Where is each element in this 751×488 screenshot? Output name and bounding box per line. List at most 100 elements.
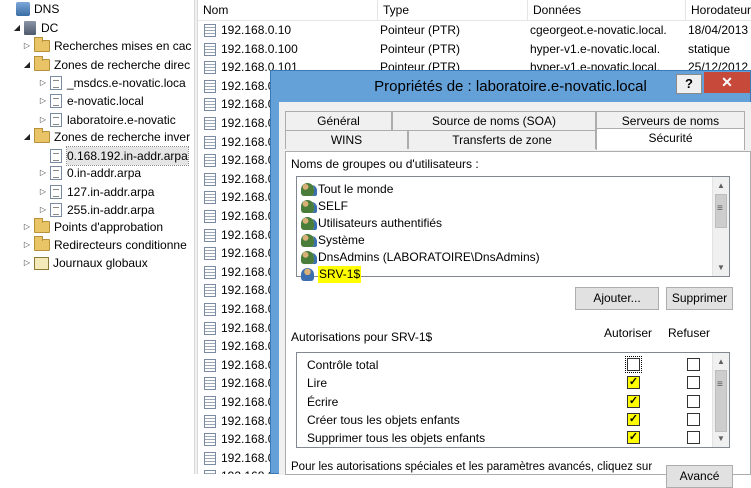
tree-item[interactable]: ▷ 255.in-addr.arpa [38, 201, 154, 219]
deny-checkbox[interactable] [687, 394, 700, 408]
record-icon [204, 172, 216, 186]
tree-item[interactable]: ◢ Zones de recherche direc [22, 56, 190, 74]
record-icon [204, 340, 216, 354]
allow-checkbox[interactable]: ✓ [627, 376, 640, 390]
allow-checkbox[interactable]: ✓ [627, 394, 640, 408]
user-list-item[interactable]: Système [301, 232, 365, 249]
tree-item[interactable]: ▷ 127.in-addr.arpa [38, 183, 154, 201]
tree-item[interactable]: ▷ _msdcs.e-novatic.loca [38, 74, 186, 92]
column-header-horodateur[interactable]: Horodateur [686, 0, 751, 21]
collapsed-arrow-icon[interactable]: ▷ [22, 236, 32, 254]
record-icon [204, 414, 216, 428]
collapsed-arrow-icon[interactable]: ▷ [22, 218, 32, 236]
deny-checkbox[interactable] [687, 358, 700, 371]
tree-item[interactable]: ◢ Zones de recherche inver [22, 128, 190, 146]
tab-soa[interactable]: Source de noms (SOA) [392, 111, 596, 130]
allow-checkbox[interactable] [625, 356, 642, 373]
tree-item[interactable]: ▷ Recherches mises en cac [22, 37, 191, 55]
tree-item[interactable]: ▷ e-novatic.local [38, 92, 144, 110]
collapsed-arrow-icon[interactable]: ▷ [38, 201, 48, 219]
record-icon [204, 117, 216, 130]
user-name: SRV-1$ [318, 266, 362, 283]
allow-header: Autoriser [604, 326, 653, 340]
folder-icon [34, 56, 50, 71]
permissions-scrollbar[interactable]: ▲ ▼ [712, 353, 729, 447]
collapsed-arrow-icon[interactable]: ▷ [22, 37, 32, 55]
advanced-button[interactable]: Avancé [666, 465, 733, 488]
deny-checkbox[interactable] [687, 412, 700, 426]
permission-row: Écrire ✓ [297, 393, 714, 411]
expanded-arrow-icon[interactable]: ◢ [12, 19, 22, 37]
collapsed-arrow-icon[interactable]: ▷ [38, 92, 48, 110]
tree-item-label: DNS [34, 2, 60, 16]
add-button[interactable]: Ajouter... [575, 287, 659, 310]
tree-item[interactable]: 0.168.192.in-addr.arpa [38, 146, 189, 166]
deny-checkbox[interactable] [687, 376, 700, 390]
group-icon [301, 217, 314, 230]
record-icon [204, 433, 216, 447]
tree-item[interactable]: ▷ Journaux globaux [22, 254, 148, 272]
tree-item-label: 0.in-addr.arpa [67, 166, 142, 180]
user-list-item[interactable]: SELF [301, 198, 348, 215]
tab-general[interactable]: Général [285, 111, 392, 130]
user-list-item[interactable]: SRV-1$ [301, 266, 362, 283]
tree-item[interactable]: ▷ Points d'approbation [22, 218, 163, 236]
scroll-down-icon[interactable]: ▼ [713, 259, 729, 276]
permission-row: Lire ✓ [297, 374, 714, 392]
collapsed-arrow-icon[interactable]: ▷ [38, 74, 48, 92]
remove-button[interactable]: Supprimer [666, 287, 733, 310]
record-icon [204, 135, 216, 149]
table-cell: 192.168.0.100 [221, 41, 298, 56]
column-header-type[interactable]: Type [378, 0, 528, 21]
tab-wins[interactable]: WINS [285, 130, 408, 149]
folder-icon [34, 218, 50, 233]
collapsed-arrow-icon[interactable]: ▷ [22, 254, 32, 272]
group-icon [301, 200, 314, 213]
collapsed-arrow-icon[interactable]: ▷ [38, 183, 48, 201]
tree-item[interactable]: ◢ DC [12, 19, 58, 37]
tree-item-label: e-novatic.local [67, 94, 144, 108]
collapsed-arrow-icon[interactable]: ▷ [38, 111, 48, 129]
log-icon [34, 256, 49, 270]
scroll-thumb[interactable] [715, 370, 727, 432]
tree-item[interactable]: ▷ Redirecteurs conditionne [22, 236, 187, 254]
deny-checkbox[interactable] [687, 431, 700, 445]
permission-name: Supprimer tous les objets enfants [307, 431, 486, 446]
expanded-arrow-icon[interactable]: ◢ [22, 128, 32, 146]
allow-checkbox[interactable]: ✓ [627, 412, 640, 426]
dialog-body: Général Source de noms (SOA) Serveurs de… [279, 102, 751, 488]
user-list-item[interactable]: Utilisateurs authentifiés [301, 215, 442, 232]
permission-name: Écrire [307, 394, 339, 409]
users-scrollbar[interactable]: ▲ ▼ [712, 177, 729, 276]
permissions-label: Autorisations pour SRV-1$ [291, 330, 433, 344]
group-icon [301, 234, 314, 247]
record-icon [204, 42, 216, 56]
dns-icon [16, 2, 30, 16]
record-icon [204, 247, 216, 261]
column-header-nom[interactable]: Nom [198, 0, 378, 21]
table-cell: 18/04/2013 [688, 23, 749, 37]
scroll-up-icon[interactable]: ▲ [713, 353, 729, 370]
expanded-arrow-icon[interactable]: ◢ [22, 56, 32, 74]
scroll-thumb[interactable] [715, 194, 727, 228]
zone-icon [50, 166, 62, 180]
tree-item[interactable]: ▷ laboratoire.e-novatic [38, 111, 176, 129]
tab-zone-transfers[interactable]: Transferts de zone [408, 130, 596, 149]
record-icon [204, 210, 216, 223]
scroll-up-icon[interactable]: ▲ [713, 177, 729, 194]
users-listbox[interactable]: Tout le monde SELF Utilisateurs authentifi… [296, 176, 730, 283]
allow-checkbox[interactable]: ✓ [627, 431, 640, 445]
tree-item[interactable]: ▷ 0.in-addr.arpa [38, 164, 141, 182]
table-row[interactable]: 192.168.0.10 Pointeur (PTR) cgeorgeot.e-no… [198, 21, 751, 40]
collapsed-arrow-icon[interactable]: ▷ [38, 164, 48, 182]
tab-security[interactable]: Sécurité [596, 128, 745, 150]
close-button[interactable]: ✕ [704, 72, 750, 93]
user-list-item[interactable]: Tout le monde [301, 181, 393, 198]
help-button[interactable]: ? [676, 74, 702, 94]
user-list-item[interactable]: DnsAdmins (LABORATOIRE\DnsAdmins) [301, 249, 540, 266]
column-header-donnees[interactable]: Données [528, 0, 686, 21]
scroll-down-icon[interactable]: ▼ [713, 430, 729, 447]
tree-item[interactable]: DNS [4, 0, 59, 18]
zone-icon [50, 185, 62, 199]
table-row[interactable]: 192.168.0.100 Pointeur (PTR) hyper-v1.e-no… [198, 40, 751, 59]
